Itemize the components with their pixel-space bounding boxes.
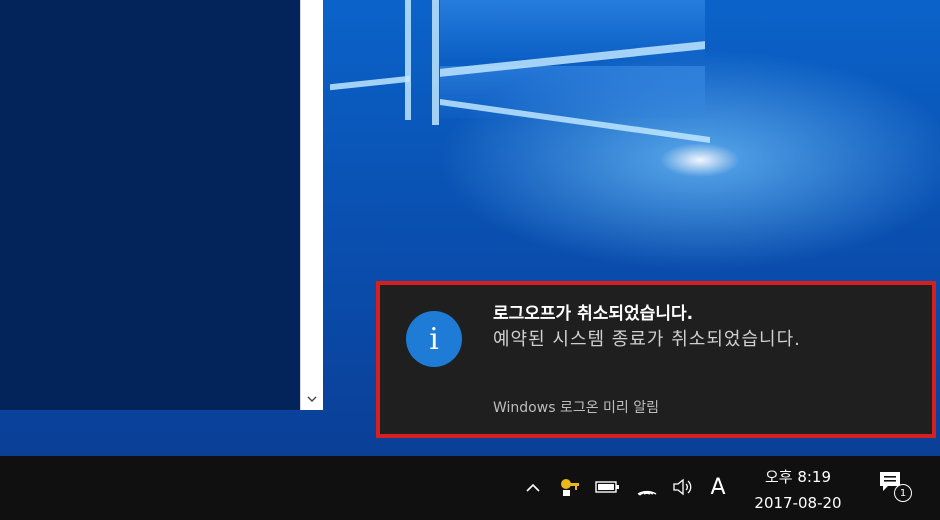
action-center-icon[interactable]: 1 [878, 470, 914, 506]
chevron-down-icon[interactable] [301, 388, 323, 410]
wallpaper-light-beam [405, 0, 411, 120]
vertical-scrollbar[interactable] [300, 0, 323, 410]
toast-body: 예약된 시스템 종료가 취소되었습니다. [493, 329, 801, 350]
security-key-icon[interactable] [556, 472, 584, 502]
toast-source: Windows 로그온 미리 알림 [493, 400, 660, 416]
volume-icon[interactable] [668, 472, 698, 502]
input-method-indicator[interactable]: A [705, 472, 731, 502]
taskbar-clock[interactable]: 오후 8:19 2017-08-20 [742, 464, 854, 516]
info-icon: i [406, 311, 462, 367]
wifi-icon[interactable] [632, 472, 662, 502]
clock-date: 2017-08-20 [754, 494, 842, 512]
toast-title: 로그오프가 취소되었습니다. [493, 304, 694, 324]
wallpaper-light-beam [432, 0, 439, 125]
wallpaper-light-beam [330, 75, 410, 91]
toast-notification[interactable]: i 로그오프가 취소되었습니다. 예약된 시스템 종료가 취소되었습니다. Wi… [380, 285, 932, 434]
chevron-up-icon[interactable] [520, 472, 546, 502]
clock-time: 오후 8:19 [764, 468, 832, 486]
taskbar: A 오후 8:19 2017-08-20 1 [0, 456, 940, 520]
notification-count-badge: 1 [894, 484, 912, 502]
window-content-area [0, 0, 300, 410]
battery-icon[interactable] [591, 472, 625, 502]
